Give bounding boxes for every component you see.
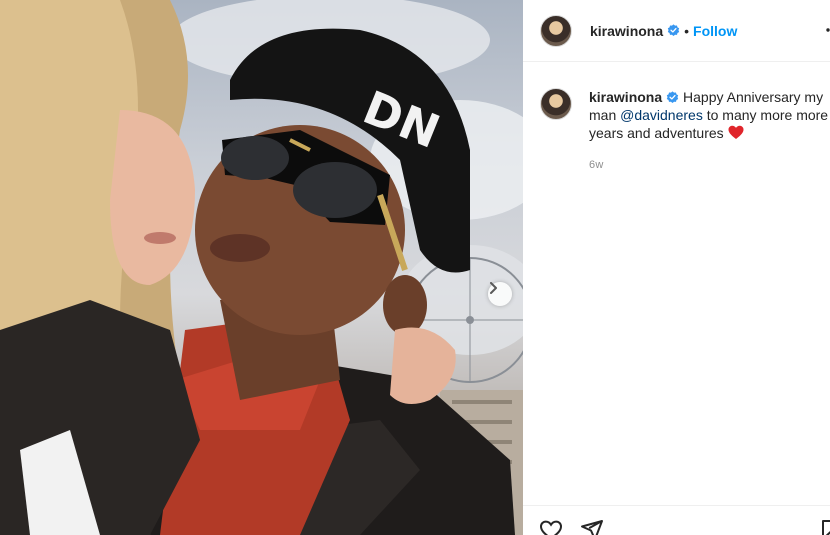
caption-username[interactable]: kirawinona <box>589 89 662 105</box>
caption-author-avatar[interactable] <box>540 88 572 120</box>
bookmark-icon[interactable] <box>819 518 830 535</box>
chevron-right-icon <box>490 282 497 294</box>
post-photo[interactable]: DN <box>0 0 523 535</box>
photo-illustration: DN <box>0 0 523 535</box>
post-sidebar: kirawinona • Follow kirawinona Happy Ann… <box>523 0 830 535</box>
more-options-icon[interactable] <box>822 20 830 40</box>
verified-badge-icon <box>666 91 679 103</box>
author-avatar[interactable] <box>540 14 572 47</box>
header-separator: • <box>684 22 690 39</box>
follow-button[interactable]: Follow <box>693 23 737 39</box>
paper-plane-icon[interactable] <box>580 518 604 535</box>
post-caption: kirawinona Happy Anniversary my man @dav… <box>540 88 830 174</box>
author-username[interactable]: kirawinona <box>590 23 663 39</box>
post-header: kirawinona • Follow <box>523 0 830 62</box>
heart-outline-icon[interactable] <box>539 518 563 535</box>
caption-body: kirawinona Happy Anniversary my man @dav… <box>589 88 830 174</box>
red-heart-emoji-icon <box>728 125 744 139</box>
verified-badge-icon <box>667 24 680 36</box>
post-actions-bar <box>523 505 830 535</box>
next-photo-button[interactable] <box>488 282 512 306</box>
caption-mention-link[interactable]: @davidneres <box>620 107 703 123</box>
post-timestamp[interactable]: 6w <box>589 156 830 174</box>
